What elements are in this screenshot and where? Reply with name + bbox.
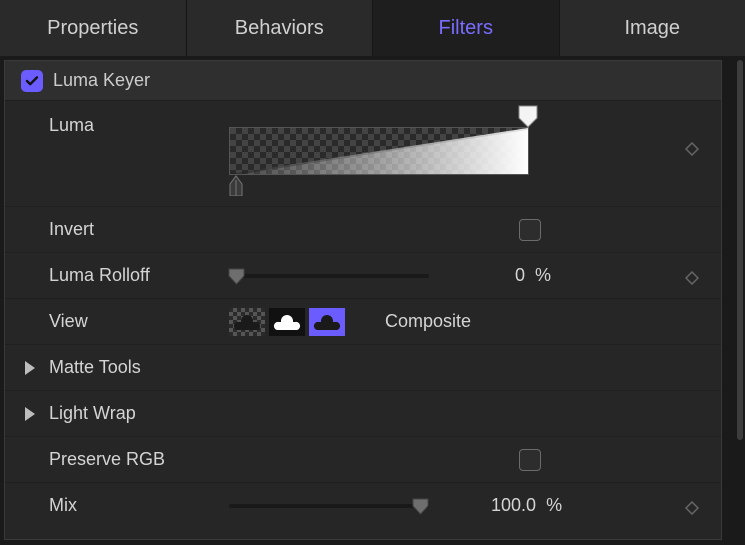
inspector-tabs: Properties Behaviors Filters Image xyxy=(0,0,745,56)
param-label: Preserve RGB xyxy=(49,449,229,470)
keyframe-icon[interactable] xyxy=(685,269,699,283)
slider-thumb-icon[interactable] xyxy=(227,267,246,285)
filter-header: Luma Keyer xyxy=(5,61,721,101)
filter-enable-checkbox[interactable] xyxy=(21,70,43,92)
vertical-scrollbar[interactable] xyxy=(737,60,743,440)
tab-behaviors[interactable]: Behaviors xyxy=(187,0,374,56)
preserve-rgb-checkbox[interactable] xyxy=(519,449,541,471)
rolloff-slider[interactable] xyxy=(229,274,429,278)
param-label: Matte Tools xyxy=(49,357,229,378)
mix-value[interactable]: 100.0 % xyxy=(491,495,562,516)
param-row-mix: Mix 100.0 % xyxy=(5,482,721,528)
luma-range-control[interactable] xyxy=(229,127,529,175)
view-value-label[interactable]: Composite xyxy=(385,311,471,332)
invert-checkbox[interactable] xyxy=(519,219,541,241)
keyframe-icon[interactable] xyxy=(685,140,699,154)
tab-properties[interactable]: Properties xyxy=(0,0,187,56)
param-row-luma-rolloff: Luma Rolloff 0 % xyxy=(5,252,721,298)
param-row-view: View Composite xyxy=(5,298,721,344)
param-label: Luma Rolloff xyxy=(49,265,229,286)
param-label: View xyxy=(49,311,229,332)
tab-filters[interactable]: Filters xyxy=(373,0,560,56)
param-label: Luma xyxy=(49,115,229,136)
disclosure-triangle-icon[interactable] xyxy=(25,361,35,375)
param-row-matte-tools[interactable]: Matte Tools xyxy=(5,344,721,390)
view-option-composite[interactable] xyxy=(309,308,345,336)
luma-black-handle[interactable] xyxy=(224,174,248,196)
param-label: Mix xyxy=(49,495,229,516)
param-row-preserve-rgb: Preserve RGB xyxy=(5,436,721,482)
luma-white-handle[interactable] xyxy=(517,104,539,128)
param-row-invert: Invert xyxy=(5,206,721,252)
param-label: Invert xyxy=(49,219,229,240)
rolloff-value[interactable]: 0 % xyxy=(515,265,551,286)
filter-title: Luma Keyer xyxy=(53,70,150,91)
param-row-light-wrap[interactable]: Light Wrap xyxy=(5,390,721,436)
tab-image[interactable]: Image xyxy=(560,0,745,56)
view-option-matte[interactable] xyxy=(269,308,305,336)
disclosure-triangle-icon[interactable] xyxy=(25,407,35,421)
view-option-original[interactable] xyxy=(229,308,265,336)
slider-thumb-icon[interactable] xyxy=(411,497,430,515)
param-label: Light Wrap xyxy=(49,403,229,424)
param-row-luma: Luma xyxy=(5,101,721,206)
keyframe-icon[interactable] xyxy=(685,499,699,513)
mix-slider[interactable] xyxy=(229,504,429,508)
filters-panel: Luma Keyer Luma xyxy=(4,60,722,540)
